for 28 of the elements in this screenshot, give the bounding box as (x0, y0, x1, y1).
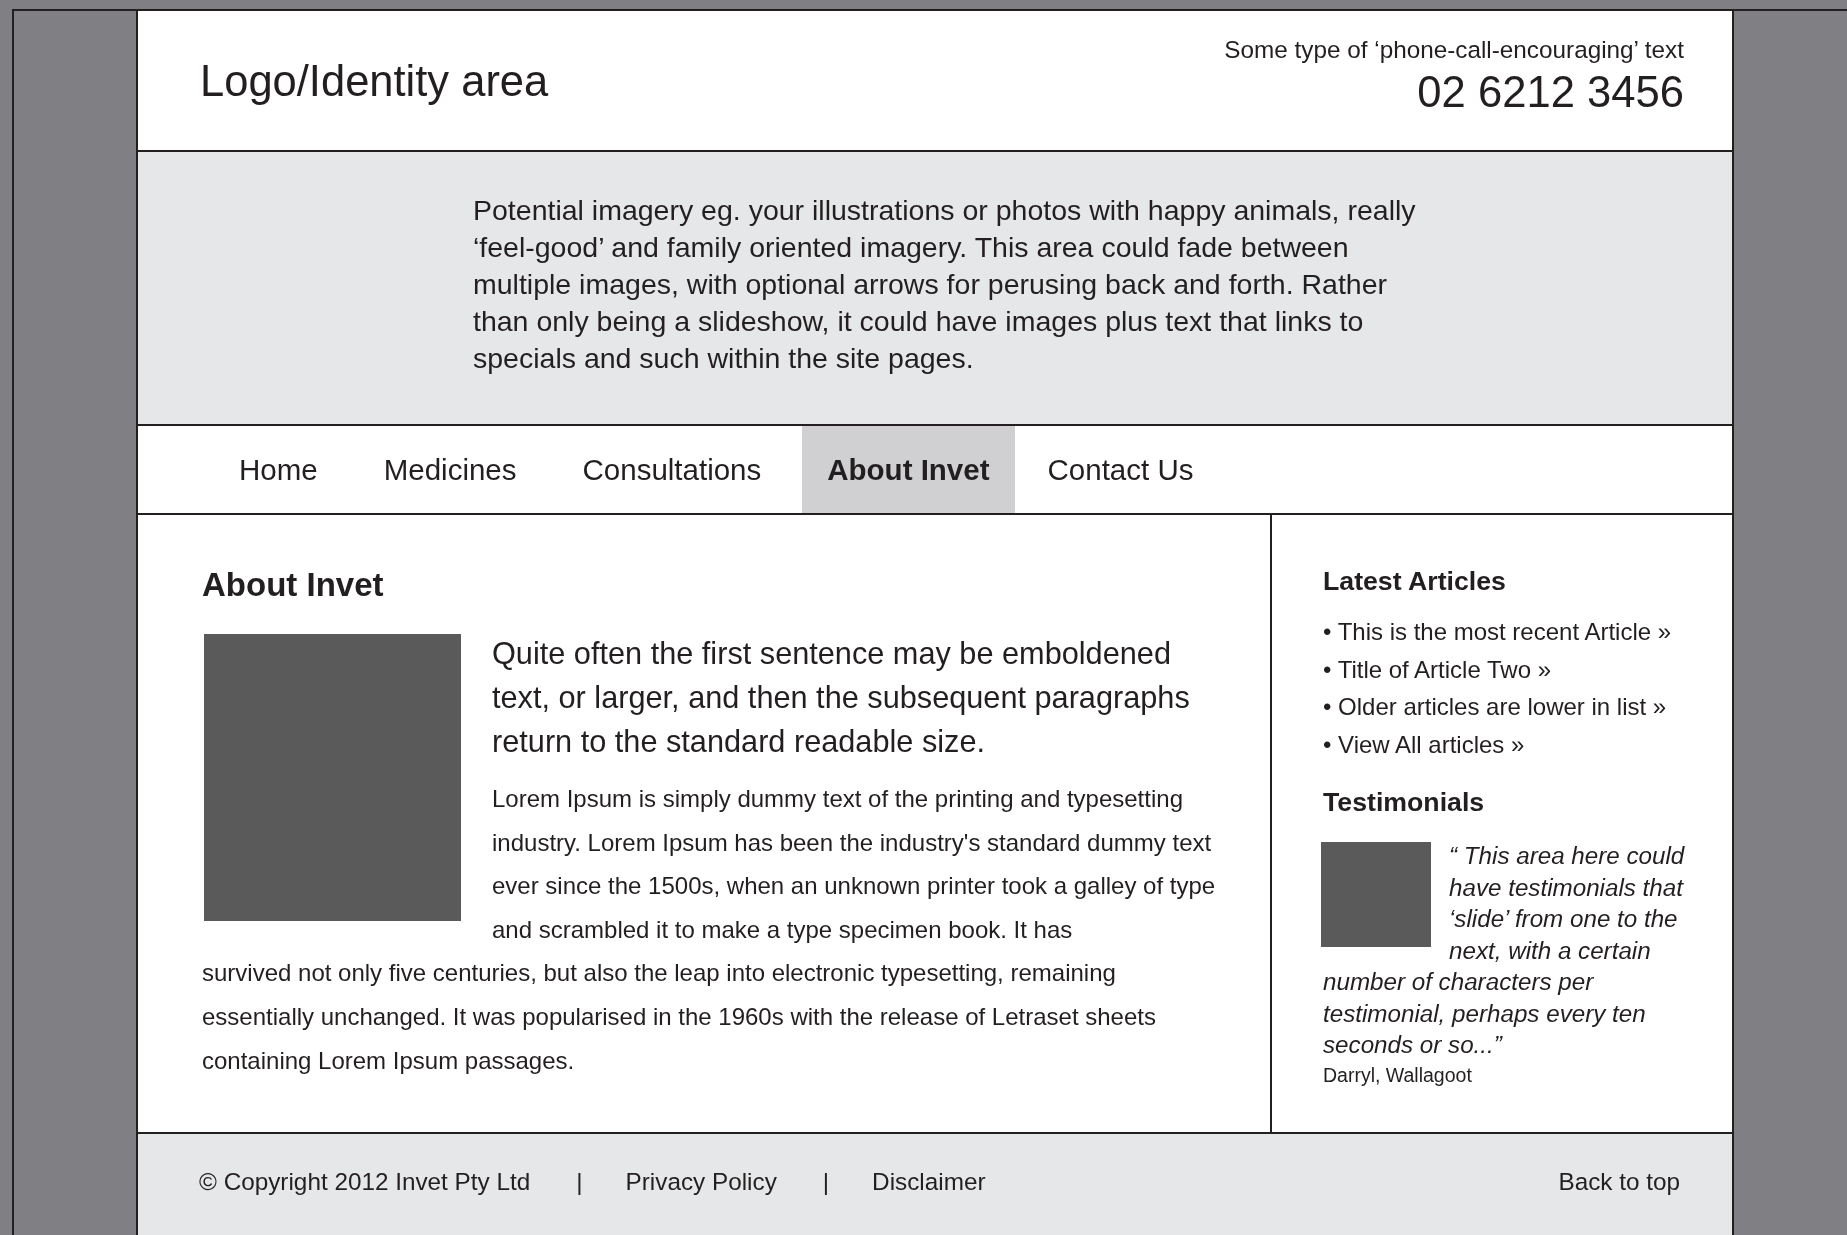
phone-number: 02 6212 3456 (1417, 68, 1684, 117)
copyright-text: © Copyright 2012 Invet Pty Ltd (199, 1167, 531, 1196)
article-link[interactable]: • Older articles are lower in list » (1323, 693, 1667, 720)
article-link[interactable]: • Title of Article Two » (1323, 655, 1552, 683)
logo-text: Logo/Identity area (200, 57, 549, 106)
nav-tab[interactable]: Medicines (350, 426, 550, 513)
phone-tagline: Some type of ‘phone-call-encouraging’ text (1224, 36, 1684, 64)
nav-tab[interactable]: Home (206, 426, 351, 513)
nav-tab[interactable]: Contact Us (1014, 426, 1227, 513)
article-link[interactable]: • This is the most recent Article » (1323, 618, 1672, 645)
article-link[interactable]: • View All articles » (1323, 730, 1525, 758)
body-paragraph: survived not only five centuries, but also the leap into electronic typesetting, remaining essentially unchanged. It was popularised in the 1960s with the release of Letraset sheets containing Lorem Ipsum passages. (202, 958, 1157, 1076)
body-paragraph: Lorem Ipsum is simply dummy text of the printing and typesetting industry. Lorem Ipsum has been the industry's standard dummy text ever since the 1500s, when an unknown printer took a galley of type and scrambled it to make a type specimen book. It has (492, 784, 1217, 945)
footer-link[interactable]: Disclaimer (872, 1167, 986, 1196)
sidebar-heading: Latest Articles (1323, 566, 1507, 597)
testimonial-quote: “ This area here could have testimonials that ‘slide’ from one to the next, with a certain (1449, 841, 1686, 966)
testimonial-quote: number of characters per testimonial, perhaps every ten seconds or so...” (1323, 967, 1647, 1060)
separator: | (822, 1167, 830, 1196)
banner-text: Potential imagery eg. your illustrations or photos with happy animals, really ‘feel-good’ and family oriented imagery. This area could fade between multiple images, with optional arrows for perusing back and forth. Rather than only being a slideshow, it could have images plus text that links to specials and such within the site pages. (473, 193, 1417, 376)
nav-tab[interactable]: Consultations (549, 426, 795, 513)
footer-link[interactable]: Privacy Policy (625, 1167, 777, 1196)
intro-paragraph: Quite often the first sentence may be emboldened text, or larger, and then the subsequent paragraphs return to the standard readable size. (492, 635, 1191, 761)
page-heading: About Invet (202, 566, 385, 604)
separator: | (576, 1167, 583, 1196)
testimonial-author: Darryl, Wallagoot (1323, 1063, 1473, 1087)
sidebar-heading: Testimonials (1323, 787, 1486, 818)
back-to-top-link[interactable]: Back to top (1558, 1167, 1680, 1196)
nav-tab[interactable]: About Invet (802, 426, 1015, 513)
